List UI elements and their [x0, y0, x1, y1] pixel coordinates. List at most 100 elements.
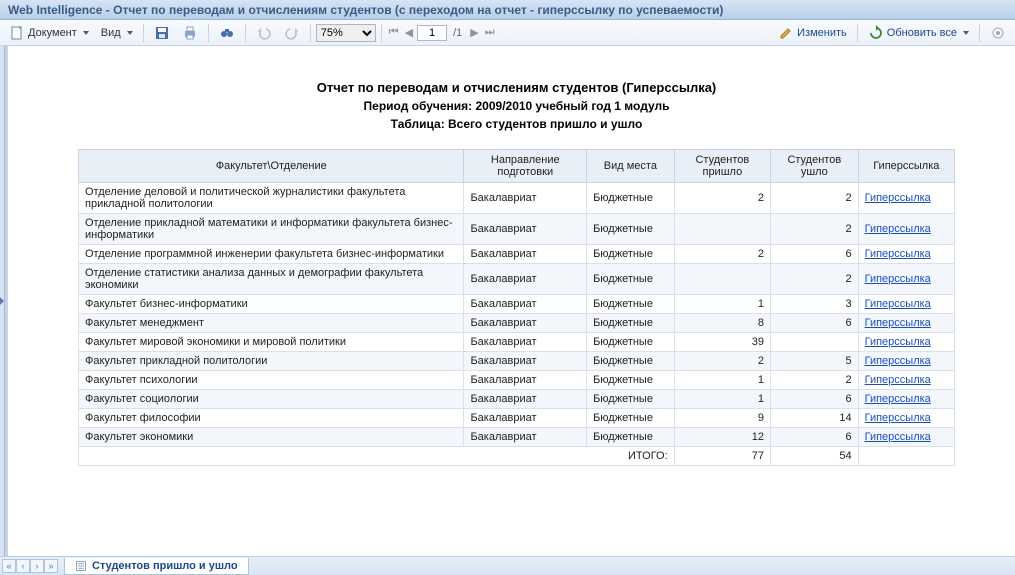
cell-link: Гиперссылка — [858, 264, 954, 295]
cell-direction: Бакалавриат — [464, 214, 587, 245]
cell-direction: Бакалавриат — [464, 428, 587, 447]
hyperlink[interactable]: Гиперссылка — [865, 393, 931, 405]
active-report-tab[interactable]: Студентов пришло и ушло — [64, 558, 249, 575]
hyperlink[interactable]: Гиперссылка — [865, 355, 931, 367]
cell-type: Бюджетные — [587, 214, 675, 245]
refresh-all-button[interactable]: Обновить все — [863, 23, 974, 43]
toolbar-separator — [857, 24, 858, 42]
document-menu[interactable]: Документ — [4, 23, 94, 43]
report-body: Отчет по переводам и отчислениям студент… — [8, 46, 1015, 486]
window-title: Web Intelligence - Отчет по переводам и … — [8, 3, 723, 17]
cell-dept: Факультет психологии — [79, 371, 464, 390]
col-direction: Направление подготовки — [464, 150, 587, 183]
cell-dept: Факультет экономики — [79, 428, 464, 447]
hyperlink[interactable]: Гиперссылка — [865, 298, 931, 310]
cell-out: 3 — [771, 295, 859, 314]
cell-type: Бюджетные — [587, 409, 675, 428]
save-button[interactable] — [149, 23, 175, 43]
cell-in: 12 — [674, 428, 770, 447]
cell-link: Гиперссылка — [858, 214, 954, 245]
cell-direction: Бакалавриат — [464, 295, 587, 314]
cell-direction: Бакалавриат — [464, 245, 587, 264]
undo-button[interactable] — [251, 23, 277, 43]
report-caption: Таблица: Всего студентов пришло и ушло — [78, 117, 955, 131]
report-viewport: Отчет по переводам и отчислениям студент… — [5, 46, 1015, 556]
hyperlink[interactable]: Гиперссылка — [865, 223, 931, 235]
cell-type: Бюджетные — [587, 352, 675, 371]
cell-link: Гиперссылка — [858, 352, 954, 371]
page-prev-button[interactable]: ◀ — [403, 23, 415, 43]
next-icon: ▶ — [470, 26, 478, 39]
cell-link: Гиперссылка — [858, 295, 954, 314]
redo-button[interactable] — [279, 23, 305, 43]
total-label: ИТОГО: — [79, 447, 675, 466]
cell-out: 2 — [771, 183, 859, 214]
table-row: Факультет бизнес-информатикиБакалавриатБ… — [79, 295, 955, 314]
document-tabs-bar: « ‹ › » Студентов пришло и ушло — [0, 556, 1015, 575]
cell-out — [771, 333, 859, 352]
cell-out: 6 — [771, 428, 859, 447]
total-out: 54 — [771, 447, 859, 466]
hyperlink[interactable]: Гиперссылка — [865, 374, 931, 386]
tab-label: Студентов пришло и ушло — [92, 560, 238, 572]
last-icon: ⏭ — [485, 26, 495, 39]
cell-type: Бюджетные — [587, 314, 675, 333]
hyperlink[interactable]: Гиперссылка — [865, 336, 931, 348]
cell-direction: Бакалавриат — [464, 183, 587, 214]
zoom-select[interactable]: 75% — [316, 24, 376, 42]
cell-dept: Отделение прикладной математики и информ… — [79, 214, 464, 245]
table-row: Отделение статистики анализа данных и де… — [79, 264, 955, 295]
col-out: Студентов ушло — [771, 150, 859, 183]
table-row: Отделение программной инженерии факульте… — [79, 245, 955, 264]
cell-in: 2 — [674, 245, 770, 264]
page-first-button[interactable]: ⏮ — [387, 23, 401, 43]
hyperlink[interactable]: Гиперссылка — [865, 412, 931, 424]
cell-out: 2 — [771, 264, 859, 295]
table-row: Факультет мировой экономики и мировой по… — [79, 333, 955, 352]
cell-out: 14 — [771, 409, 859, 428]
tab-last-button[interactable]: » — [44, 559, 58, 573]
hyperlink[interactable]: Гиперссылка — [865, 273, 931, 285]
cell-dept: Факультет менеджмент — [79, 314, 464, 333]
cell-type: Бюджетные — [587, 245, 675, 264]
cell-type: Бюджетные — [587, 371, 675, 390]
print-button[interactable] — [177, 23, 203, 43]
cell-out: 6 — [771, 245, 859, 264]
toolbar-separator — [208, 24, 209, 42]
hyperlink[interactable]: Гиперссылка — [865, 248, 931, 260]
col-in: Студентов пришло — [674, 150, 770, 183]
cell-type: Бюджетные — [587, 264, 675, 295]
tab-first-button[interactable]: « — [2, 559, 16, 573]
page-number-input[interactable] — [417, 25, 447, 41]
cell-link: Гиперссылка — [858, 245, 954, 264]
cell-type: Бюджетные — [587, 390, 675, 409]
tab-next-button[interactable]: › — [30, 559, 44, 573]
hyperlink[interactable]: Гиперссылка — [865, 317, 931, 329]
cell-link: Гиперссылка — [858, 390, 954, 409]
tab-nav: « ‹ › » — [0, 559, 60, 573]
report-tab-icon — [75, 560, 87, 572]
edit-button[interactable]: Изменить — [773, 23, 852, 43]
track-button[interactable] — [985, 23, 1011, 43]
window-title-bar: Web Intelligence - Отчет по переводам и … — [0, 0, 1015, 20]
cell-out: 2 — [771, 214, 859, 245]
cell-dept: Факультет прикладной политологии — [79, 352, 464, 371]
view-menu[interactable]: Вид — [96, 23, 138, 43]
hyperlink[interactable]: Гиперссылка — [865, 192, 931, 204]
track-icon — [990, 25, 1006, 41]
hyperlink[interactable]: Гиперссылка — [865, 431, 931, 443]
cell-in: 2 — [674, 183, 770, 214]
refresh-icon — [868, 25, 884, 41]
cell-in: 9 — [674, 409, 770, 428]
cell-out: 5 — [771, 352, 859, 371]
cell-link: Гиперссылка — [858, 371, 954, 390]
table-row: Отделение деловой и политической журнали… — [79, 183, 955, 214]
table-header-row: Факультет\Отделение Направление подготов… — [79, 150, 955, 183]
tab-prev-button[interactable]: ‹ — [16, 559, 30, 573]
cell-in: 39 — [674, 333, 770, 352]
redo-icon — [284, 25, 300, 41]
find-button[interactable] — [214, 23, 240, 43]
page-next-button[interactable]: ▶ — [468, 23, 480, 43]
cell-in: 1 — [674, 371, 770, 390]
page-last-button[interactable]: ⏭ — [483, 23, 497, 43]
